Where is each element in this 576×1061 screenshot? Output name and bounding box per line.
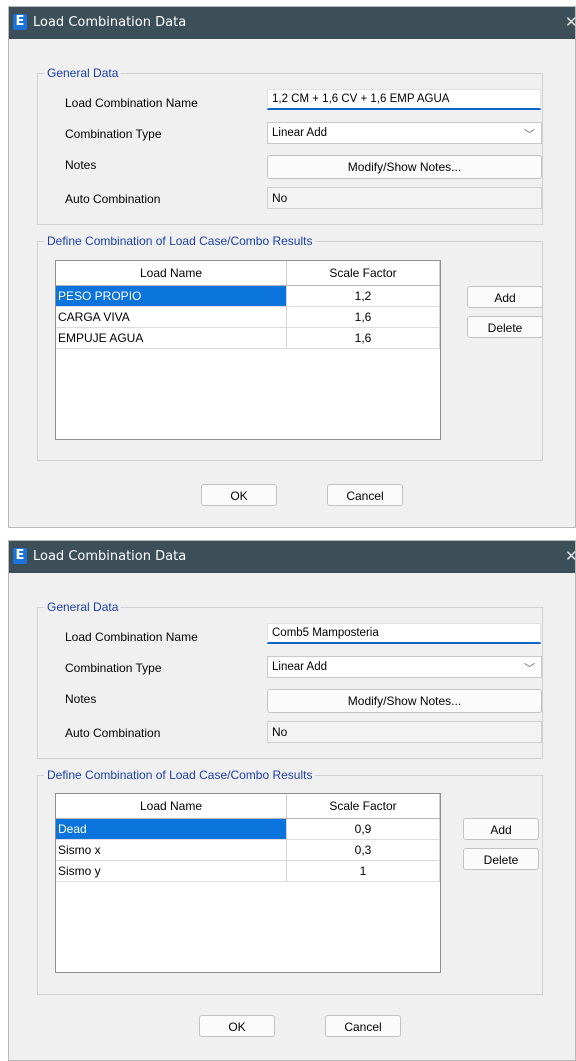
auto-combination-label: Auto Combination	[65, 192, 161, 206]
combination-name-label: Load Combination Name	[65, 630, 198, 644]
general-data-legend: General Data	[44, 600, 122, 614]
scale-factor-cell[interactable]: 1,6	[286, 306, 440, 328]
add-button[interactable]: Add	[463, 818, 539, 840]
modify-show-notes-button[interactable]: Modify/Show Notes...	[267, 155, 542, 179]
combination-name-input[interactable]: 1,2 CM + 1,6 CV + 1,6 EMP AGUA	[267, 89, 541, 110]
ok-button[interactable]: OK	[199, 1015, 275, 1037]
title-bar[interactable]: E Load Combination Data ✕	[9, 541, 576, 573]
notes-label: Notes	[65, 692, 97, 706]
define-combination-legend: Define Combination of Load Case/Combo Re…	[44, 768, 316, 782]
chevron-down-icon: ﹀	[524, 663, 535, 675]
load-name-cell[interactable]: Sismo x	[56, 839, 287, 861]
combination-name-input[interactable]: Comb5 Mamposteria	[267, 623, 541, 644]
combination-type-label: Combination Type	[65, 127, 162, 141]
ok-button[interactable]: OK	[201, 484, 277, 506]
chevron-down-icon: ﹀	[524, 129, 535, 141]
auto-combination-value: No	[267, 721, 542, 743]
combination-type-value: Linear Add	[272, 661, 327, 673]
title-bar[interactable]: E Load Combination Data ✕	[9, 7, 576, 39]
delete-button[interactable]: Delete	[467, 316, 543, 338]
load-name-column-header[interactable]: Load Name	[56, 261, 287, 286]
load-case-grid[interactable]: Load Name Scale Factor PESO PROPIO 1,2 C…	[55, 260, 441, 440]
load-case-grid[interactable]: Load Name Scale Factor Dead 0,9 Sismo x …	[55, 793, 441, 973]
scale-factor-cell[interactable]: 1,2	[286, 285, 440, 307]
grid-header-row: Load Name Scale Factor	[56, 794, 440, 819]
table-row[interactable]: CARGA VIVA 1,6	[56, 306, 440, 328]
load-name-cell[interactable]: EMPUJE AGUA	[56, 327, 287, 349]
combination-name-label: Load Combination Name	[65, 96, 198, 110]
load-name-cell[interactable]: CARGA VIVA	[56, 306, 287, 328]
notes-label: Notes	[65, 158, 97, 172]
auto-combination-label: Auto Combination	[65, 726, 161, 740]
scale-factor-column-header[interactable]: Scale Factor	[286, 261, 440, 286]
table-row[interactable]: Sismo y 1	[56, 860, 440, 882]
define-combination-legend: Define Combination of Load Case/Combo Re…	[44, 234, 316, 248]
dialog-title: Load Combination Data	[33, 549, 187, 564]
dialog-title: Load Combination Data	[33, 15, 187, 30]
load-name-cell[interactable]: PESO PROPIO	[56, 285, 287, 307]
scale-factor-cell[interactable]: 0,3	[286, 839, 440, 861]
delete-button[interactable]: Delete	[463, 848, 539, 870]
load-name-cell[interactable]: Dead	[56, 818, 287, 840]
grid-header-row: Load Name Scale Factor	[56, 261, 440, 286]
load-combination-dialog-1: E Load Combination Data ✕ General Data L…	[8, 6, 576, 528]
scale-factor-cell[interactable]: 1	[286, 860, 440, 882]
table-row[interactable]: Sismo x 0,3	[56, 839, 440, 861]
auto-combination-value: No	[267, 187, 542, 209]
general-data-legend: General Data	[44, 66, 122, 80]
close-icon[interactable]: ✕	[565, 547, 576, 565]
etabs-logo-icon: E	[13, 14, 27, 30]
add-button[interactable]: Add	[467, 286, 543, 308]
cancel-button[interactable]: Cancel	[325, 1015, 401, 1037]
scale-factor-column-header[interactable]: Scale Factor	[286, 794, 440, 819]
load-name-cell[interactable]: Sismo y	[56, 860, 287, 882]
scale-factor-cell[interactable]: 0,9	[286, 818, 440, 840]
combination-type-label: Combination Type	[65, 661, 162, 675]
table-row[interactable]: EMPUJE AGUA 1,6	[56, 327, 440, 349]
modify-show-notes-button[interactable]: Modify/Show Notes...	[267, 689, 542, 713]
combination-type-value: Linear Add	[272, 127, 327, 139]
etabs-logo-icon: E	[13, 548, 27, 564]
combination-type-select[interactable]: Linear Add ﹀	[267, 656, 542, 678]
cancel-button[interactable]: Cancel	[327, 484, 403, 506]
combination-type-select[interactable]: Linear Add ﹀	[267, 122, 542, 144]
scale-factor-cell[interactable]: 1,6	[286, 327, 440, 349]
table-row[interactable]: Dead 0,9	[56, 818, 440, 840]
load-combination-dialog-2: E Load Combination Data ✕ General Data L…	[8, 540, 576, 1061]
close-icon[interactable]: ✕	[565, 13, 576, 31]
table-row[interactable]: PESO PROPIO 1,2	[56, 285, 440, 307]
load-name-column-header[interactable]: Load Name	[56, 794, 287, 819]
